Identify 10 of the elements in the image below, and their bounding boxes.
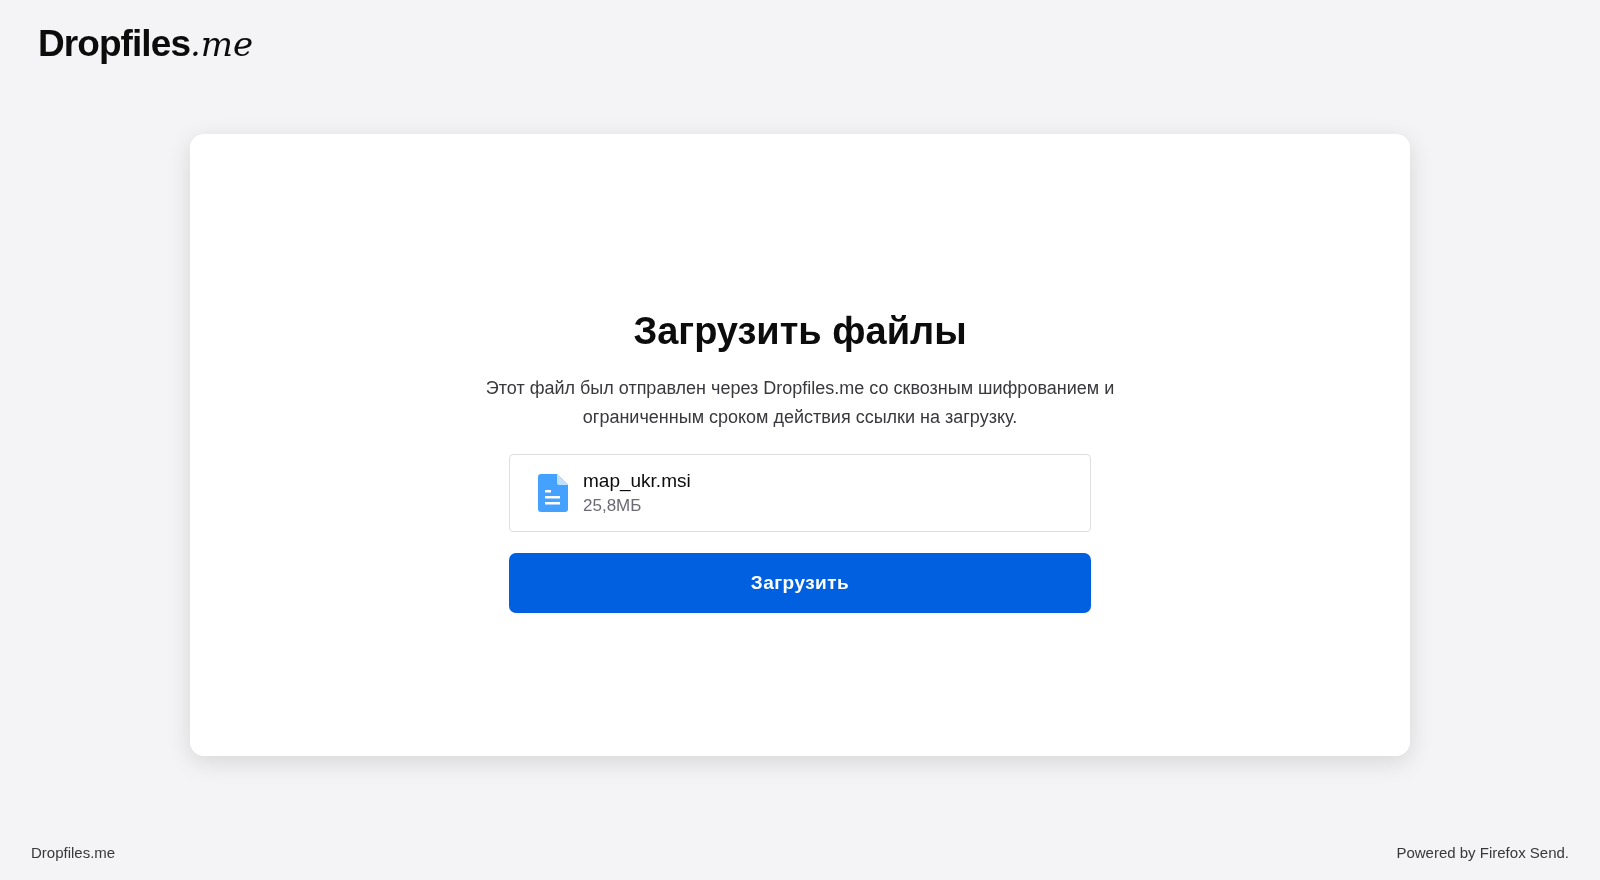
file-size: 25,8МБ bbox=[583, 495, 643, 517]
card-title: Загрузить файлы bbox=[633, 309, 967, 354]
download-button[interactable]: Загрузить bbox=[509, 553, 1091, 613]
logo-suffix: .me bbox=[190, 23, 254, 66]
powered-by-text: Powered by Firefox Send. bbox=[1396, 842, 1569, 863]
logo-text: Dropfiles bbox=[38, 22, 191, 66]
footer-link[interactable]: Dropfiles.me bbox=[31, 841, 116, 864]
card-description: Этот файл был отправлен через Dropfiles.me со сквозным шифрованием и ограниченным сроком действия ссылки на загрузку. bbox=[484, 377, 1116, 429]
file-name: map_ukr.msi bbox=[583, 469, 691, 494]
document-icon bbox=[538, 474, 568, 512]
